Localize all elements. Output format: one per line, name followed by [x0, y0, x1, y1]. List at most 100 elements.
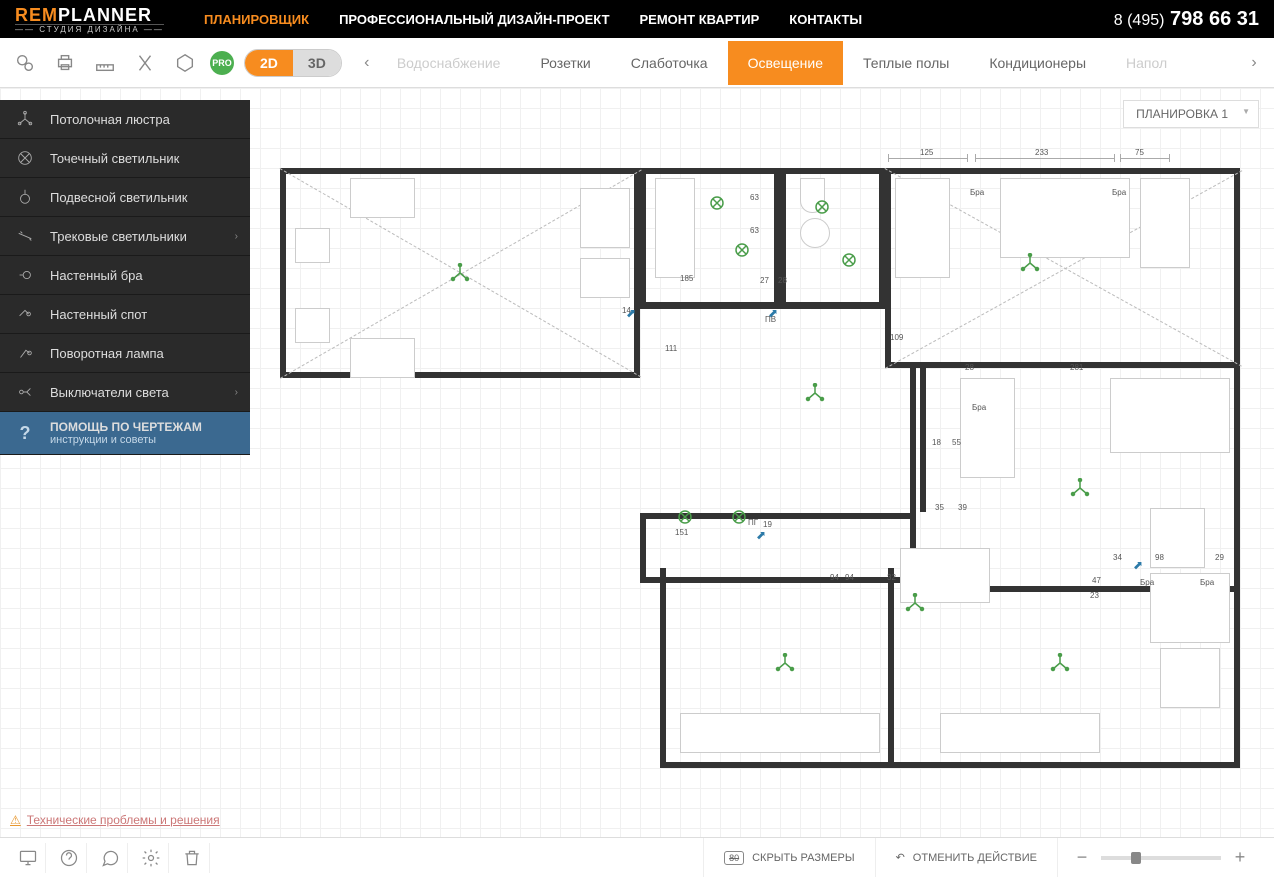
dim: 39	[958, 503, 967, 512]
nav-design-project[interactable]: ПРОФЕССИОНАЛЬНЫЙ ДИЗАЙН-ПРОЕКТ	[339, 12, 609, 27]
nav-contacts[interactable]: КОНТАКТЫ	[789, 12, 862, 27]
sink	[800, 218, 830, 248]
view-2d-button[interactable]: 2D	[245, 50, 293, 76]
sofa	[1150, 573, 1230, 643]
trash-icon[interactable]	[174, 843, 210, 873]
tab-water[interactable]: Водоснабжение	[377, 41, 521, 85]
logo-planner: PLANNER	[58, 5, 152, 25]
settings-icon[interactable]	[10, 48, 40, 78]
toolbar: PRO 2D 3D ‹ Водоснабжение Розетки Слабот…	[0, 38, 1274, 88]
furniture	[960, 378, 1015, 478]
pro-badge[interactable]: PRO	[210, 51, 234, 75]
dim-233: 233	[1035, 148, 1048, 157]
tools-icon[interactable]	[130, 48, 160, 78]
sidebar-swivel-lamp[interactable]: Поворотная лампа	[0, 334, 250, 373]
spotlight-icon[interactable]	[678, 510, 692, 524]
chandelier-icon[interactable]	[805, 383, 825, 403]
wall-div	[888, 568, 894, 768]
dim: 63	[750, 226, 759, 235]
chandelier-icon[interactable]	[905, 593, 925, 613]
catalog-icon[interactable]	[170, 48, 200, 78]
tab-heating[interactable]: Теплые полы	[843, 41, 969, 85]
bed	[1000, 178, 1130, 258]
bra-label: Бра	[972, 403, 986, 412]
zoom-out-button[interactable]: −	[1073, 847, 1091, 868]
zoom-in-button[interactable]: +	[1231, 847, 1249, 868]
view-3d-button[interactable]: 3D	[293, 50, 341, 76]
phone-main: 798 66 31	[1170, 8, 1259, 30]
table	[1160, 648, 1220, 708]
chandelier-icon[interactable]	[775, 653, 795, 673]
furniture	[895, 178, 950, 278]
phone-number[interactable]: 8 (495) 798 66 31	[1114, 8, 1259, 31]
switch-icon[interactable]: ⬈	[768, 306, 778, 320]
dim: 27	[760, 276, 769, 285]
sidebar-pendant[interactable]: Подвесной светильник	[0, 178, 250, 217]
spotlight-icon[interactable]	[732, 510, 746, 524]
sidebar-item-label: Трековые светильники	[50, 229, 187, 244]
spotlight-icon	[15, 148, 35, 168]
spotlight-icon[interactable]	[842, 253, 856, 267]
nav-renovation[interactable]: РЕМОНТ КВАРТИР	[640, 12, 760, 27]
help-subtitle: инструкции и советы	[50, 434, 202, 446]
dim: 185	[680, 274, 693, 283]
undo-button[interactable]: ↶ ОТМЕНИТЬ ДЕЙСТВИЕ	[875, 838, 1057, 877]
floorplan[interactable]: 125 233 75	[280, 158, 1240, 778]
sidebar-wall-spot[interactable]: Настенный спот	[0, 295, 250, 334]
spotlight-icon[interactable]	[815, 200, 829, 214]
layout-selector[interactable]: ПЛАНИРОВКА 1	[1123, 100, 1259, 128]
sidebar-item-label: Настенный спот	[50, 307, 147, 322]
tabs-next-icon[interactable]: ›	[1244, 54, 1264, 72]
nav-planner[interactable]: ПЛАНИРОВЩИК	[204, 12, 309, 27]
furniture	[580, 188, 630, 248]
hide-dimensions-button[interactable]: 80 СКРЫТЬ РАЗМЕРЫ	[703, 838, 874, 877]
ruler-icon[interactable]	[90, 48, 120, 78]
zoom-slider[interactable]	[1101, 856, 1221, 860]
wall-div2	[920, 362, 926, 512]
sidebar-track[interactable]: Трековые светильники ›	[0, 217, 250, 256]
tab-lighting[interactable]: Освещение	[728, 41, 843, 85]
tab-ac[interactable]: Кондиционеры	[969, 41, 1106, 85]
dim: 29	[1215, 553, 1224, 562]
sidebar-switches[interactable]: Выключатели света ›	[0, 373, 250, 412]
kitchen	[680, 713, 880, 753]
bra-label: Бра	[1140, 578, 1154, 587]
dim-line	[888, 158, 968, 159]
help-icon: ?	[15, 423, 35, 443]
sidebar-spotlight[interactable]: Точечный светильник	[0, 139, 250, 178]
logo[interactable]: REMPLANNER —— СТУДИЯ ДИЗАЙНА ——	[15, 5, 164, 34]
spotlight-icon[interactable]	[735, 243, 749, 257]
zoom-control: − +	[1057, 838, 1264, 877]
chandelier-icon[interactable]	[1050, 653, 1070, 673]
gear-icon[interactable]	[133, 843, 169, 873]
spotlight-icon[interactable]	[710, 196, 724, 210]
help-circle-icon[interactable]	[51, 843, 87, 873]
chandelier-icon[interactable]	[450, 263, 470, 283]
dim: 94	[830, 573, 839, 582]
help-title: ПОМОЩЬ ПО ЧЕРТЕЖАМ	[50, 420, 202, 434]
tab-lowvoltage[interactable]: Слаботочка	[611, 41, 728, 85]
switch-icon[interactable]: ⬈	[756, 528, 766, 542]
logo-subtitle: —— СТУДИЯ ДИЗАЙНА ——	[15, 24, 164, 34]
chandelier-icon[interactable]	[1070, 478, 1090, 498]
tab-flooring[interactable]: Напол	[1106, 41, 1187, 85]
furniture	[350, 338, 415, 378]
monitor-icon[interactable]	[10, 843, 46, 873]
sidebar-help[interactable]: ? ПОМОЩЬ ПО ЧЕРТЕЖАМ инструкции и советы	[0, 412, 250, 455]
dim-125: 125	[920, 148, 933, 157]
switch-icon	[15, 382, 35, 402]
tabs-prev-icon[interactable]: ‹	[357, 54, 377, 72]
print-icon[interactable]	[50, 48, 80, 78]
tab-sockets[interactable]: Розетки	[520, 41, 610, 85]
switch-icon[interactable]: ⬈	[1133, 558, 1143, 572]
tech-problems-link[interactable]: ⚠ Технические проблемы и решения	[10, 813, 220, 827]
switch-icon[interactable]: ⬈	[626, 306, 636, 320]
dim-line	[975, 158, 1115, 159]
chandelier-icon[interactable]	[1020, 253, 1040, 273]
chat-icon[interactable]	[92, 843, 128, 873]
bottombar: 80 СКРЫТЬ РАЗМЕРЫ ↶ ОТМЕНИТЬ ДЕЙСТВИЕ − …	[0, 837, 1274, 877]
sidebar-wall-sconce[interactable]: Настенный бра	[0, 256, 250, 295]
sidebar-chandelier[interactable]: Потолочная люстра	[0, 100, 250, 139]
dim: 281	[1070, 363, 1083, 372]
bra-label: Бра	[1200, 578, 1214, 587]
